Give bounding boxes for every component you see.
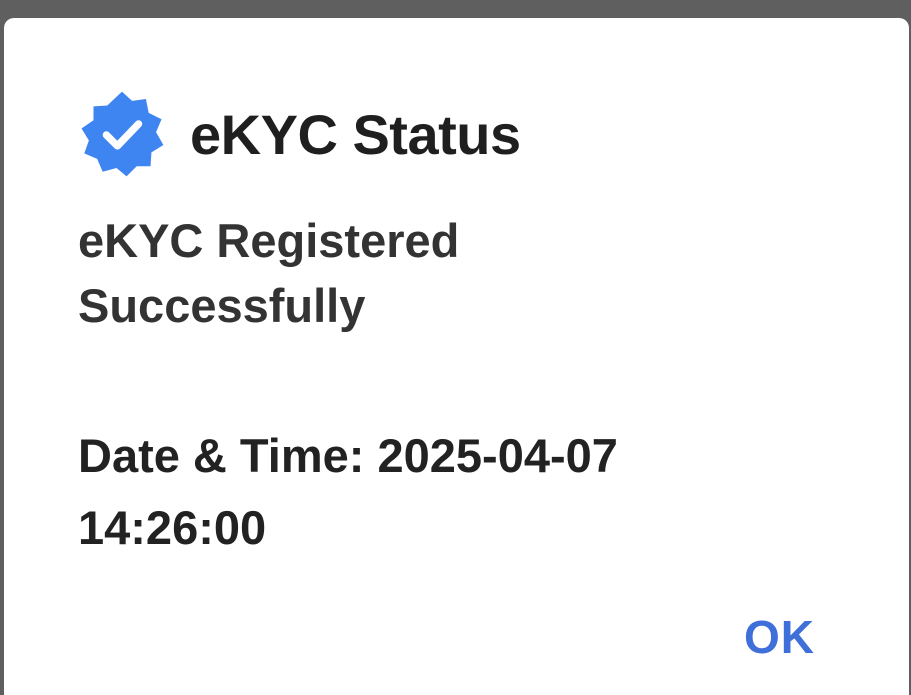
ekyc-status-dialog: eKYC Status eKYC Registered Successfully… bbox=[4, 18, 909, 695]
registration-datetime: Date & Time: 2025-04-07 14:26:00 bbox=[78, 420, 838, 564]
status-message-line2: Successfully bbox=[78, 279, 366, 332]
datetime-line2: 14:26:00 bbox=[78, 501, 267, 554]
status-message-line1: eKYC Registered bbox=[78, 214, 460, 267]
verified-badge-icon bbox=[81, 91, 164, 177]
datetime-line1: Date & Time: 2025-04-07 bbox=[78, 429, 618, 482]
dialog-title: eKYC Status bbox=[190, 102, 521, 166]
status-message: eKYC Registered Successfully bbox=[78, 208, 778, 338]
ok-button[interactable]: OK bbox=[730, 604, 829, 670]
dialog-header: eKYC Status bbox=[76, 88, 521, 180]
